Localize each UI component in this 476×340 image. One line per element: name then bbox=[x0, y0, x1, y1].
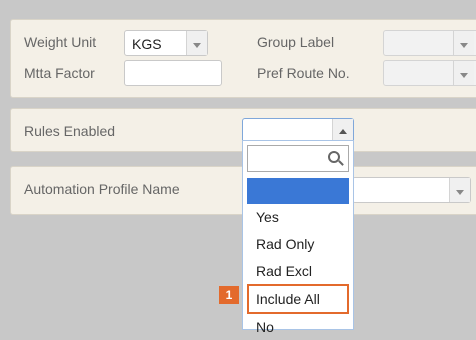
dropdown-option-yes[interactable]: Yes bbox=[247, 204, 349, 230]
pref-route-select[interactable] bbox=[383, 60, 476, 86]
weight-unit-label: Weight Unit bbox=[24, 34, 97, 50]
dropdown-search-box[interactable] bbox=[247, 145, 349, 172]
dropdown-option-rad-excl[interactable]: Rad Excl bbox=[247, 258, 349, 284]
chevron-up-icon bbox=[339, 129, 347, 134]
dropdown-option-include-all[interactable]: Include All bbox=[247, 284, 349, 314]
pref-route-dropdown-button[interactable] bbox=[453, 61, 474, 85]
annotation-badge: 1 bbox=[219, 286, 239, 304]
group-label-label: Group Label bbox=[257, 34, 335, 50]
pref-route-label: Pref Route No. bbox=[257, 65, 350, 81]
rules-enabled-select[interactable] bbox=[242, 118, 354, 142]
weight-unit-dropdown-button[interactable] bbox=[186, 31, 207, 55]
rules-enabled-dropdown-list: Yes Rad Only Rad Excl Include All No bbox=[242, 140, 354, 335]
chevron-down-icon bbox=[460, 73, 468, 78]
group-label-select[interactable] bbox=[383, 30, 476, 56]
mtta-factor-label: Mtta Factor bbox=[24, 65, 95, 81]
rules-enabled-dropdown-button[interactable] bbox=[332, 119, 353, 142]
chevron-down-icon bbox=[193, 43, 201, 48]
automation-profile-label: Automation Profile Name bbox=[24, 181, 180, 197]
automation-profile-dropdown-button[interactable] bbox=[449, 178, 470, 202]
dropdown-option-rad-only[interactable]: Rad Only bbox=[247, 231, 349, 257]
automation-profile-select[interactable] bbox=[352, 177, 471, 203]
dropdown-option-no[interactable]: No bbox=[247, 314, 349, 340]
mtta-factor-input[interactable] bbox=[124, 60, 222, 86]
group-label-dropdown-button[interactable] bbox=[453, 31, 474, 55]
rules-enabled-label: Rules Enabled bbox=[24, 123, 116, 139]
weight-unit-select[interactable]: KGS bbox=[124, 30, 208, 56]
chevron-down-icon bbox=[456, 190, 464, 195]
chevron-down-icon bbox=[460, 43, 468, 48]
dropdown-option-blank[interactable] bbox=[247, 178, 349, 204]
weight-unit-value: KGS bbox=[132, 36, 162, 52]
